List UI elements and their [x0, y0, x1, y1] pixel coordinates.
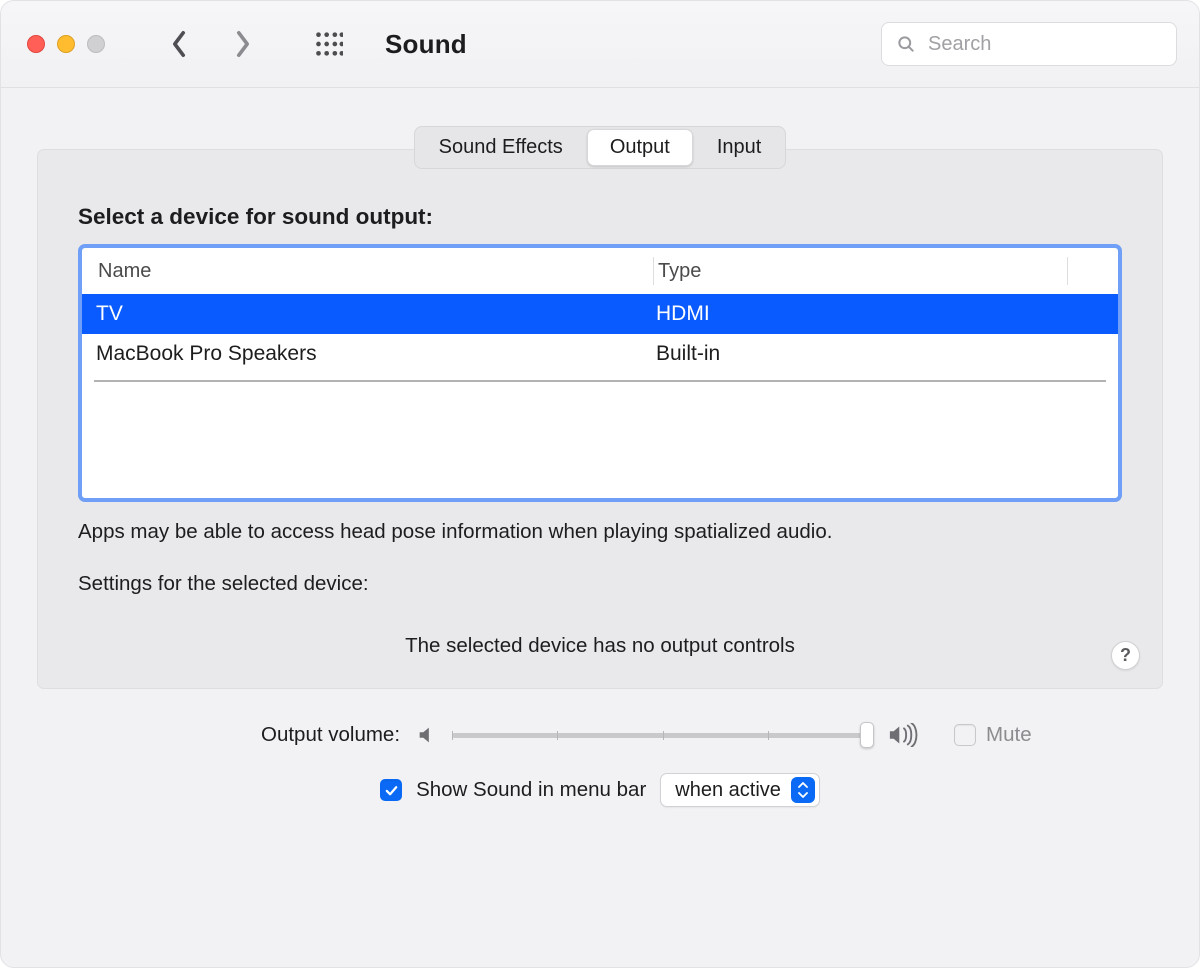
show-sound-in-menu-bar-label: Show Sound in menu bar	[416, 778, 646, 802]
select-stepper-icon	[791, 777, 815, 803]
footer: Output volume:	[37, 689, 1163, 807]
preferences-body: Sound Effects Output Input Select a devi…	[1, 88, 1199, 807]
speaker-high-icon	[888, 723, 920, 747]
page-title: Sound	[385, 29, 467, 60]
sound-preferences-window: Sound Sound Effects Output Input Select …	[0, 0, 1200, 968]
table-header: Name Type	[82, 248, 1118, 294]
traffic-lights	[27, 35, 105, 53]
spatial-audio-note: Apps may be able to access head pose inf…	[78, 520, 1122, 544]
minimize-window-button[interactable]	[57, 35, 75, 53]
search-field-container[interactable]	[881, 22, 1177, 66]
no-output-controls-text: The selected device has no output contro…	[78, 634, 1122, 658]
table-row[interactable]: TV HDMI	[82, 294, 1118, 334]
output-device-table[interactable]: Name Type TV HDMI MacBook Pro Speakers B…	[78, 244, 1122, 502]
output-volume-slider[interactable]	[452, 725, 874, 745]
search-input[interactable]	[926, 32, 1162, 57]
volume-row: Output volume:	[73, 723, 1127, 747]
column-header-spacer	[1068, 257, 1106, 285]
forward-button[interactable]	[227, 28, 259, 60]
show-all-preferences-icon[interactable]	[315, 30, 343, 58]
column-header-name[interactable]: Name	[94, 257, 654, 285]
close-window-button[interactable]	[27, 35, 45, 53]
back-button[interactable]	[163, 28, 195, 60]
menu-bar-visibility-select[interactable]: when active	[660, 773, 820, 807]
select-value: when active	[675, 779, 781, 802]
device-type: HDMI	[656, 302, 1104, 326]
device-type: Built-in	[656, 342, 1104, 366]
speaker-low-icon	[416, 724, 438, 746]
table-row[interactable]: MacBook Pro Speakers Built-in	[82, 334, 1118, 374]
mute-control: Mute	[954, 723, 1032, 747]
tab-input[interactable]: Input	[695, 129, 783, 166]
help-button[interactable]: ?	[1111, 641, 1140, 670]
tab-output[interactable]: Output	[587, 129, 693, 166]
zoom-window-button	[87, 35, 105, 53]
table-end-divider	[94, 380, 1106, 382]
mute-checkbox[interactable]	[954, 724, 976, 746]
titlebar: Sound	[1, 1, 1199, 88]
tab-sound-effects[interactable]: Sound Effects	[417, 129, 585, 166]
section-label: Select a device for sound output:	[78, 204, 1122, 230]
column-header-type[interactable]: Type	[654, 257, 1068, 285]
tabs-segmented-control: Sound Effects Output Input	[414, 126, 787, 169]
output-panel: Select a device for sound output: Name T…	[37, 149, 1163, 689]
mute-label: Mute	[986, 723, 1032, 747]
device-name: TV	[96, 302, 656, 326]
device-name: MacBook Pro Speakers	[96, 342, 656, 366]
output-volume-label: Output volume:	[261, 723, 400, 747]
search-icon	[896, 34, 916, 54]
show-sound-in-menu-bar-checkbox[interactable]	[380, 779, 402, 801]
slider-thumb[interactable]	[860, 722, 874, 748]
nav-buttons	[163, 28, 259, 60]
menubar-row: Show Sound in menu bar when active	[73, 773, 1127, 807]
settings-label: Settings for the selected device:	[78, 572, 1122, 596]
